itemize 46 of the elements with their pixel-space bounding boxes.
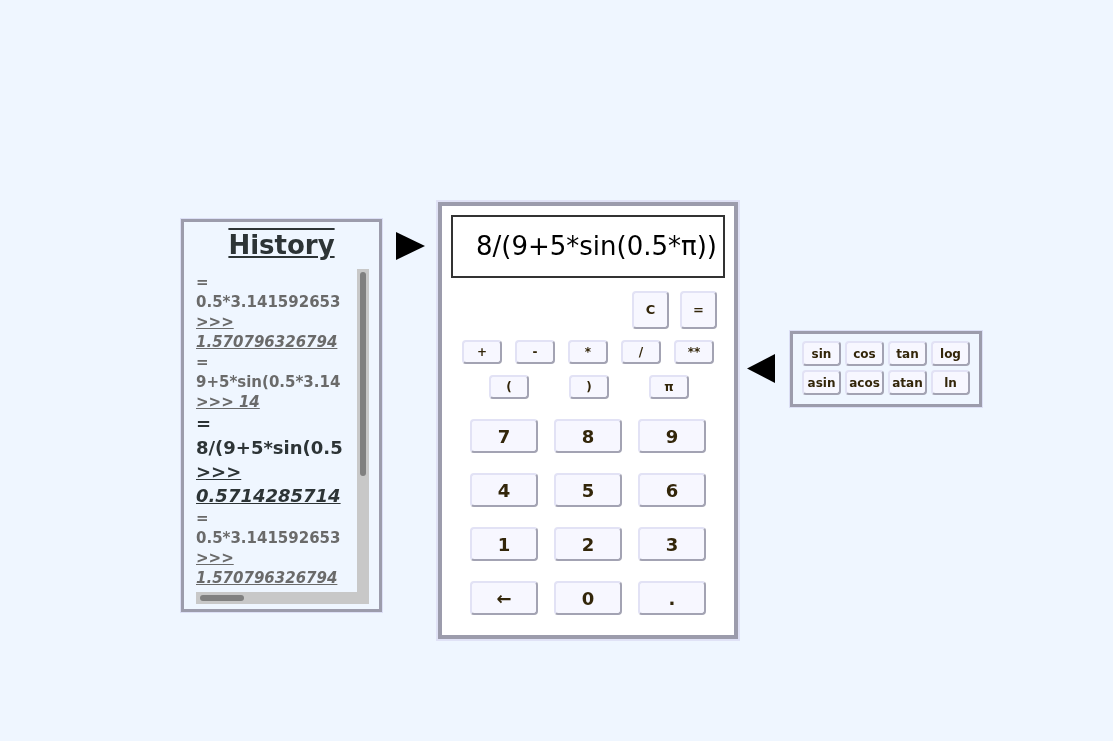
history-expression: = 0.5*3.141592653 xyxy=(196,272,342,312)
number-button[interactable]: 1 xyxy=(470,527,538,561)
number-button[interactable]: . xyxy=(638,581,706,615)
function-button[interactable]: sin xyxy=(802,341,841,366)
history-expression: = 8/(9+5*sin(0.5 xyxy=(196,412,344,460)
number-button[interactable]: 8 xyxy=(554,419,622,453)
scrollbar-thumb[interactable] xyxy=(200,595,244,601)
number-button[interactable]: 9 xyxy=(638,419,706,453)
control-button[interactable]: = xyxy=(680,291,717,329)
triangle-right-icon xyxy=(396,232,425,260)
history-result: >>> 0.5714285714 xyxy=(196,460,342,508)
function-button[interactable]: acos xyxy=(845,370,884,395)
number-button[interactable]: 3 xyxy=(638,527,706,561)
number-button[interactable]: ← xyxy=(470,581,538,615)
operator-button[interactable]: + xyxy=(462,340,502,364)
operator-button[interactable]: ** xyxy=(674,340,714,364)
function-button[interactable]: log xyxy=(931,341,970,366)
number-button[interactable]: 5 xyxy=(554,473,622,507)
operator-button[interactable]: π xyxy=(649,375,689,399)
operator-button[interactable]: / xyxy=(621,340,661,364)
number-button[interactable]: 4 xyxy=(470,473,538,507)
scrollbar-thumb[interactable] xyxy=(360,272,366,476)
triangle-left-icon xyxy=(747,354,775,383)
number-button[interactable]: 6 xyxy=(638,473,706,507)
function-button[interactable]: tan xyxy=(888,341,927,366)
number-button[interactable]: 0 xyxy=(554,581,622,615)
history-expression: = 9+5*sin(0.5*3.14 xyxy=(196,352,342,392)
number-button[interactable]: 7 xyxy=(470,419,538,453)
operator-button[interactable]: ) xyxy=(569,375,609,399)
function-button[interactable]: cos xyxy=(845,341,884,366)
history-expression: = 0.5*3.141592653 xyxy=(196,508,342,548)
history-result: >>> 1.570796326794 xyxy=(196,548,339,588)
history-result: >>> 1.570796326794 xyxy=(196,312,339,352)
function-button[interactable]: atan xyxy=(888,370,927,395)
control-button[interactable]: C xyxy=(632,291,669,329)
vertical-scrollbar[interactable] xyxy=(357,269,369,604)
history-result: >>> 14 xyxy=(196,392,261,412)
number-button[interactable]: 2 xyxy=(554,527,622,561)
function-button[interactable]: ln xyxy=(931,370,970,395)
horizontal-scrollbar[interactable] xyxy=(196,592,357,604)
operator-button[interactable]: - xyxy=(515,340,555,364)
history-title: History xyxy=(228,229,335,261)
operator-button[interactable]: * xyxy=(568,340,608,364)
expression-field[interactable]: 8/(9+5*sin(0.5*π)) xyxy=(451,215,725,278)
function-button[interactable]: asin xyxy=(802,370,841,395)
operator-button[interactable]: ( xyxy=(489,375,529,399)
